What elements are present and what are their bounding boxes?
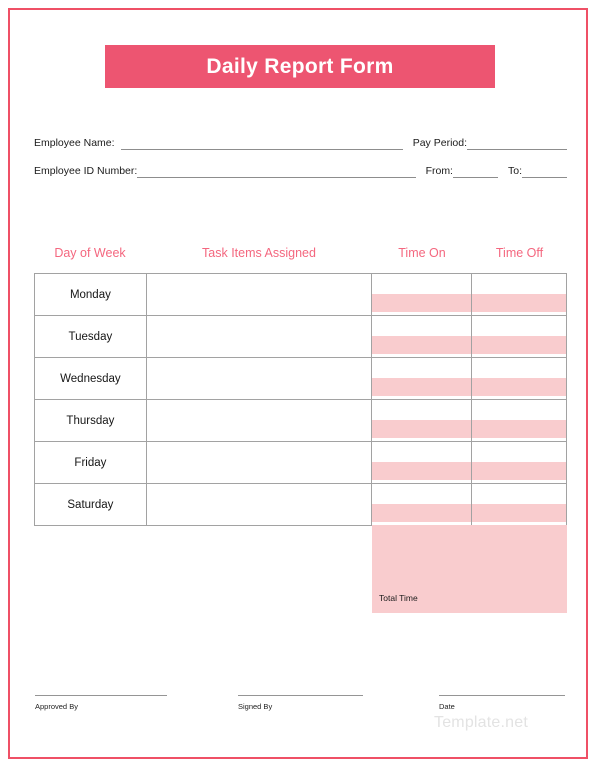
time-off-band xyxy=(472,336,567,354)
table-row: Tuesday xyxy=(35,316,568,358)
day-label: Saturday xyxy=(67,498,114,511)
time-off-band xyxy=(472,420,567,438)
form-page: Daily Report Form Employee Name: Pay Per… xyxy=(0,0,600,771)
daily-report-table: Monday Tuesday Wednesday Thursday Friday Satu… xyxy=(34,273,568,526)
to-field[interactable] xyxy=(522,165,567,178)
date-line[interactable] xyxy=(439,695,565,696)
time-off-band xyxy=(472,504,567,522)
cell-time-on[interactable] xyxy=(372,274,473,316)
table-column-headers: Day of Week Task Items Assigned Time On … xyxy=(34,246,567,266)
cell-time-on[interactable] xyxy=(372,442,473,484)
form-title-banner: Daily Report Form xyxy=(105,45,495,88)
cell-day-of-week: Wednesday xyxy=(35,358,147,400)
total-time-label: Total Time xyxy=(379,593,418,603)
signed-by-line[interactable] xyxy=(238,695,363,696)
meta-row-employee-id: Employee ID Number: From: To: xyxy=(34,165,567,178)
cell-task-items[interactable] xyxy=(146,358,373,400)
cell-time-on[interactable] xyxy=(372,316,473,358)
watermark: Template.net xyxy=(434,714,529,731)
approved-by-line[interactable] xyxy=(35,695,167,696)
pay-period-field[interactable] xyxy=(467,137,567,150)
column-header-task-items-assigned: Task Items Assigned xyxy=(202,246,316,260)
table-row: Monday xyxy=(35,274,568,316)
employee-id-field[interactable] xyxy=(137,165,416,178)
cell-time-off[interactable] xyxy=(472,400,568,442)
signed-by-signature: Signed By xyxy=(238,695,363,711)
cell-task-items[interactable] xyxy=(146,274,373,316)
time-off-band xyxy=(472,378,567,396)
cell-time-on[interactable] xyxy=(372,400,473,442)
to-label: To: xyxy=(507,165,522,177)
table-row: Saturday xyxy=(35,484,568,526)
cell-task-items[interactable] xyxy=(146,484,373,526)
time-off-band xyxy=(472,294,567,312)
time-on-band xyxy=(372,504,472,522)
from-field[interactable] xyxy=(452,165,498,178)
date-signature: Date xyxy=(439,695,565,711)
day-label: Wednesday xyxy=(60,372,121,385)
day-label: Tuesday xyxy=(68,330,113,343)
total-time-block[interactable]: Total Time xyxy=(372,525,567,613)
signed-by-label: Signed By xyxy=(238,702,273,711)
cell-task-items[interactable] xyxy=(146,316,373,358)
cell-time-off[interactable] xyxy=(472,484,568,526)
cell-task-items[interactable] xyxy=(146,400,373,442)
cell-day-of-week: Monday xyxy=(35,274,147,316)
table-row: Wednesday xyxy=(35,358,568,400)
time-on-band xyxy=(372,378,472,396)
cell-task-items[interactable] xyxy=(146,442,373,484)
meta-row-employee-name: Employee Name: Pay Period: xyxy=(34,137,567,150)
cell-time-on[interactable] xyxy=(372,484,473,526)
column-header-time-on: Time On xyxy=(398,246,446,260)
cell-time-on[interactable] xyxy=(372,358,473,400)
day-label: Friday xyxy=(74,456,107,469)
time-on-band xyxy=(372,294,472,312)
pay-period-label: Pay Period: xyxy=(412,137,467,149)
from-label: From: xyxy=(425,165,453,177)
employee-name-field[interactable] xyxy=(120,137,403,150)
employee-id-label: Employee ID Number: xyxy=(34,165,138,177)
page-title: Daily Report Form xyxy=(206,54,394,78)
cell-day-of-week: Friday xyxy=(35,442,147,484)
approved-by-label: Approved By xyxy=(35,702,78,711)
time-on-band xyxy=(372,462,472,480)
table-row: Friday xyxy=(35,442,568,484)
column-header-time-off: Time Off xyxy=(495,246,544,260)
time-on-band xyxy=(372,420,472,438)
time-on-band xyxy=(372,336,472,354)
approved-by-signature: Approved By xyxy=(35,695,167,711)
date-label: Date xyxy=(439,702,455,711)
cell-time-off[interactable] xyxy=(472,274,568,316)
cell-time-off[interactable] xyxy=(472,316,568,358)
cell-day-of-week: Tuesday xyxy=(35,316,147,358)
table-row: Thursday xyxy=(35,400,568,442)
day-label: Thursday xyxy=(66,414,115,427)
cell-day-of-week: Saturday xyxy=(35,484,147,526)
cell-time-off[interactable] xyxy=(472,358,568,400)
cell-time-off[interactable] xyxy=(472,442,568,484)
cell-day-of-week: Thursday xyxy=(35,400,147,442)
time-off-band xyxy=(472,462,567,480)
day-label: Monday xyxy=(69,288,111,301)
employee-name-label: Employee Name: xyxy=(34,137,115,149)
column-header-day-of-week: Day of Week xyxy=(54,246,126,260)
